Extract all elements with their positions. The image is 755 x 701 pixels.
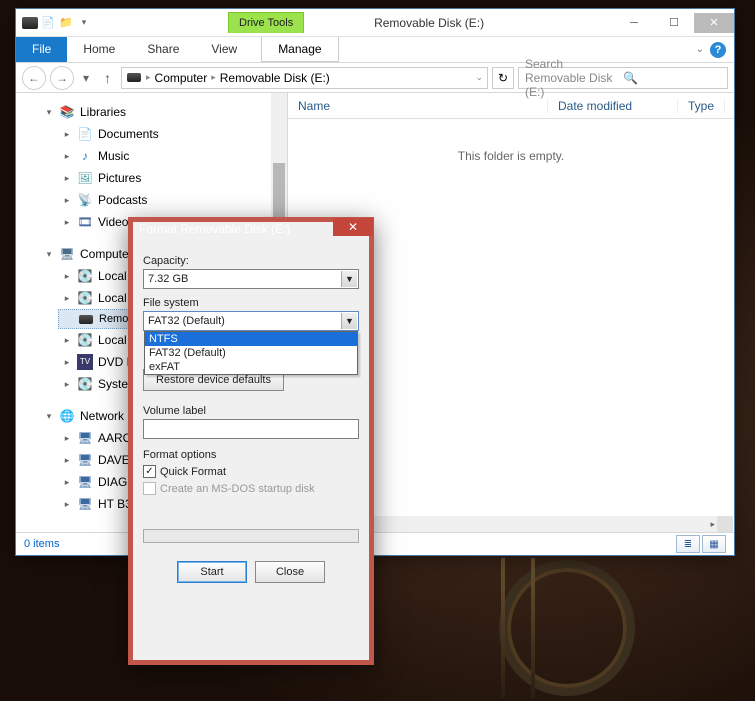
- dvd-icon: TV: [77, 354, 93, 370]
- breadcrumb-item[interactable]: Removable Disk (E:): [220, 71, 330, 85]
- drive-icon: [126, 70, 142, 86]
- volume-label-input[interactable]: [143, 419, 359, 439]
- close-button[interactable]: Close: [255, 561, 325, 583]
- format-dialog: Format Removable Disk (E:) ✕ Capacity: 7…: [128, 217, 374, 665]
- ribbon-contextual-tab[interactable]: Drive Tools: [228, 12, 304, 33]
- disk-icon: 💽: [77, 290, 93, 306]
- ribbon-tabs: File Home Share View Manage ⌄ ?: [16, 37, 734, 63]
- videos-icon: 🎞: [77, 214, 93, 230]
- tree-computer[interactable]: Computer: [80, 245, 133, 263]
- expand-icon[interactable]: ▾: [44, 245, 54, 263]
- capacity-label: Capacity:: [143, 255, 359, 267]
- capacity-select[interactable]: 7.32 GB ▼: [143, 269, 359, 289]
- qat-chevron-icon[interactable]: ▾: [76, 15, 92, 31]
- help-icon[interactable]: ?: [710, 42, 726, 58]
- pictures-icon: 🖼: [77, 170, 93, 186]
- chevron-down-icon: ▼: [341, 271, 357, 287]
- quick-format-label: Quick Format: [160, 466, 226, 478]
- tree-item[interactable]: Podcasts: [98, 191, 147, 209]
- recent-chevron-icon[interactable]: ▾: [78, 66, 94, 90]
- dropdown-option-exfat[interactable]: exFAT: [145, 360, 357, 374]
- view-icons-button[interactable]: ▦: [702, 535, 726, 553]
- network-pc-icon: 🖥: [77, 496, 93, 512]
- expand-icon[interactable]: ▾: [44, 407, 54, 425]
- search-input[interactable]: Search Removable Disk (E:) 🔍: [518, 67, 728, 89]
- explorer-window: 📄 📁 ▾ Drive Tools Removable Disk (E:) ─ …: [15, 8, 735, 556]
- filesystem-value: FAT32 (Default): [148, 315, 225, 327]
- file-tab[interactable]: File: [16, 37, 67, 62]
- dropdown-option-fat32[interactable]: FAT32 (Default): [145, 346, 357, 360]
- manage-tab[interactable]: Manage: [261, 37, 338, 62]
- breadcrumb[interactable]: ▸ Computer ▸ Removable Disk (E:) ⌄: [121, 67, 488, 89]
- tree-item[interactable]: Music: [98, 147, 129, 165]
- start-button[interactable]: Start: [177, 561, 247, 583]
- tree-item[interactable]: Documents: [98, 125, 159, 143]
- network-pc-icon: 🖥: [77, 474, 93, 490]
- podcasts-icon: 📡: [77, 192, 93, 208]
- empty-folder-message: This folder is empty.: [288, 149, 734, 163]
- msdos-label: Create an MS-DOS startup disk: [160, 483, 315, 495]
- close-window-button[interactable]: ✕: [694, 13, 734, 33]
- forward-button[interactable]: →: [50, 66, 74, 90]
- column-headers[interactable]: Name Date modified Type: [288, 93, 734, 119]
- dialog-title: Format Removable Disk (E:): [139, 222, 363, 236]
- new-folder-icon[interactable]: 📁: [58, 15, 74, 31]
- filesystem-select[interactable]: FAT32 (Default) ▼ NTFS FAT32 (Default) e…: [143, 311, 359, 331]
- msdos-checkbox: [143, 482, 156, 495]
- dropdown-option-ntfs[interactable]: NTFS: [145, 332, 357, 346]
- minimize-button[interactable]: ─: [614, 13, 654, 33]
- volume-label-label: Volume label: [143, 405, 359, 417]
- ribbon-expand-icon[interactable]: ⌄: [696, 44, 704, 55]
- capacity-value: 7.32 GB: [148, 273, 188, 285]
- disk-icon: 💽: [77, 376, 93, 392]
- dialog-close-button[interactable]: ✕: [333, 218, 373, 236]
- chevron-down-icon: ▼: [341, 313, 357, 329]
- tree-item[interactable]: Pictures: [98, 169, 141, 187]
- removable-disk-icon: [78, 311, 94, 327]
- format-options-label: Format options: [143, 449, 359, 461]
- computer-icon: 🖥: [59, 246, 75, 262]
- home-tab[interactable]: Home: [67, 37, 131, 62]
- window-title: Removable Disk (E:): [304, 16, 614, 30]
- drive-icon: [22, 15, 38, 31]
- expand-icon[interactable]: ▾: [44, 103, 54, 121]
- libraries-icon: 📚: [59, 104, 75, 120]
- network-pc-icon: 🖥: [77, 430, 93, 446]
- music-icon: ♪: [77, 148, 93, 164]
- tree-network[interactable]: Network: [80, 407, 124, 425]
- view-tab[interactable]: View: [195, 37, 253, 62]
- column-date[interactable]: Date modified: [548, 99, 678, 113]
- tree-item[interactable]: HT B3: [98, 495, 132, 513]
- filesystem-dropdown[interactable]: NTFS FAT32 (Default) exFAT: [144, 331, 358, 375]
- back-button[interactable]: ←: [22, 66, 46, 90]
- network-pc-icon: 🖥: [77, 452, 93, 468]
- network-icon: 🌐: [59, 408, 75, 424]
- title-bar: 📄 📁 ▾ Drive Tools Removable Disk (E:) ─ …: [16, 9, 734, 37]
- breadcrumb-item[interactable]: Computer: [155, 71, 208, 85]
- share-tab[interactable]: Share: [131, 37, 195, 62]
- search-icon: 🔍: [623, 71, 721, 85]
- breadcrumb-dropdown-icon[interactable]: ⌄: [475, 72, 483, 83]
- view-details-button[interactable]: ≣: [676, 535, 700, 553]
- disk-icon: 💽: [77, 268, 93, 284]
- quick-format-checkbox[interactable]: [143, 465, 156, 478]
- column-name[interactable]: Name: [288, 99, 548, 113]
- disk-icon: 💽: [77, 332, 93, 348]
- progress-bar: [143, 529, 359, 543]
- refresh-button[interactable]: ↻: [492, 67, 514, 89]
- maximize-button[interactable]: ☐: [654, 13, 694, 33]
- status-item-count: 0 items: [24, 538, 59, 550]
- address-bar: ← → ▾ ↑ ▸ Computer ▸ Removable Disk (E:)…: [16, 63, 734, 93]
- properties-icon[interactable]: 📄: [40, 15, 56, 31]
- status-bar: 0 items ≣ ▦: [16, 532, 734, 555]
- documents-icon: 📄: [77, 126, 93, 142]
- filesystem-label: File system: [143, 297, 359, 309]
- up-button[interactable]: ↑: [98, 70, 117, 86]
- column-type[interactable]: Type: [678, 99, 725, 113]
- tree-libraries[interactable]: Libraries: [80, 103, 126, 121]
